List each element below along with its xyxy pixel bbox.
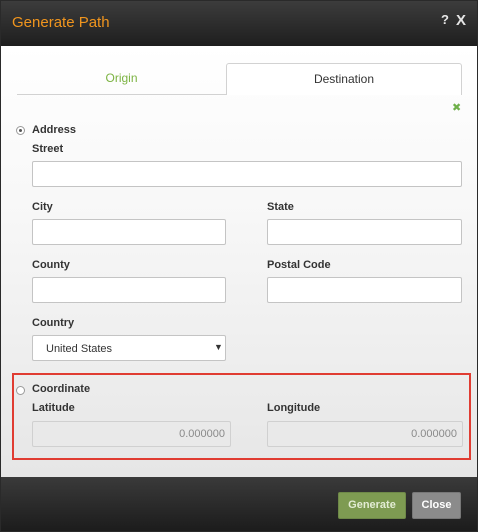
county-input[interactable]	[32, 277, 226, 303]
address-radio[interactable]	[16, 126, 25, 135]
tab-origin[interactable]: Origin	[17, 63, 226, 95]
longitude-label: Longitude	[267, 402, 321, 414]
coordinate-heading: Coordinate	[32, 383, 91, 395]
state-input[interactable]	[267, 219, 462, 245]
dialog-footer: Generate Close	[1, 477, 477, 531]
street-label: Street	[32, 143, 64, 155]
country-select[interactable]: United States ▼	[32, 335, 226, 361]
dialog-body: Origin Destination ✖ Address Street City…	[1, 46, 477, 477]
dialog-titlebar[interactable]: Generate Path ? X	[1, 1, 477, 46]
dialog-title: Generate Path	[12, 14, 110, 31]
street-input[interactable]	[32, 161, 462, 187]
latitude-label: Latitude	[32, 402, 75, 414]
postal-code-label: Postal Code	[267, 259, 331, 271]
city-label: City	[32, 201, 53, 213]
help-icon[interactable]: ?	[441, 12, 449, 27]
coordinate-radio[interactable]	[16, 386, 25, 395]
country-label: Country	[32, 317, 75, 329]
latitude-input[interactable]	[32, 421, 231, 447]
close-button[interactable]: Close	[412, 492, 461, 519]
postal-code-input[interactable]	[267, 277, 462, 303]
close-icon[interactable]: X	[456, 12, 466, 29]
generate-button[interactable]: Generate	[338, 492, 406, 519]
country-select-value: United States	[46, 343, 113, 355]
longitude-input[interactable]	[267, 421, 463, 447]
state-label: State	[267, 201, 294, 213]
address-heading: Address	[32, 124, 77, 136]
city-input[interactable]	[32, 219, 226, 245]
tab-destination[interactable]: Destination	[226, 63, 462, 95]
chevron-down-icon: ▼	[214, 342, 223, 352]
county-label: County	[32, 259, 70, 271]
generate-path-dialog: Generate Path ? X Origin Destination ✖ A…	[0, 0, 478, 532]
add-icon[interactable]: ✖	[452, 101, 461, 114]
